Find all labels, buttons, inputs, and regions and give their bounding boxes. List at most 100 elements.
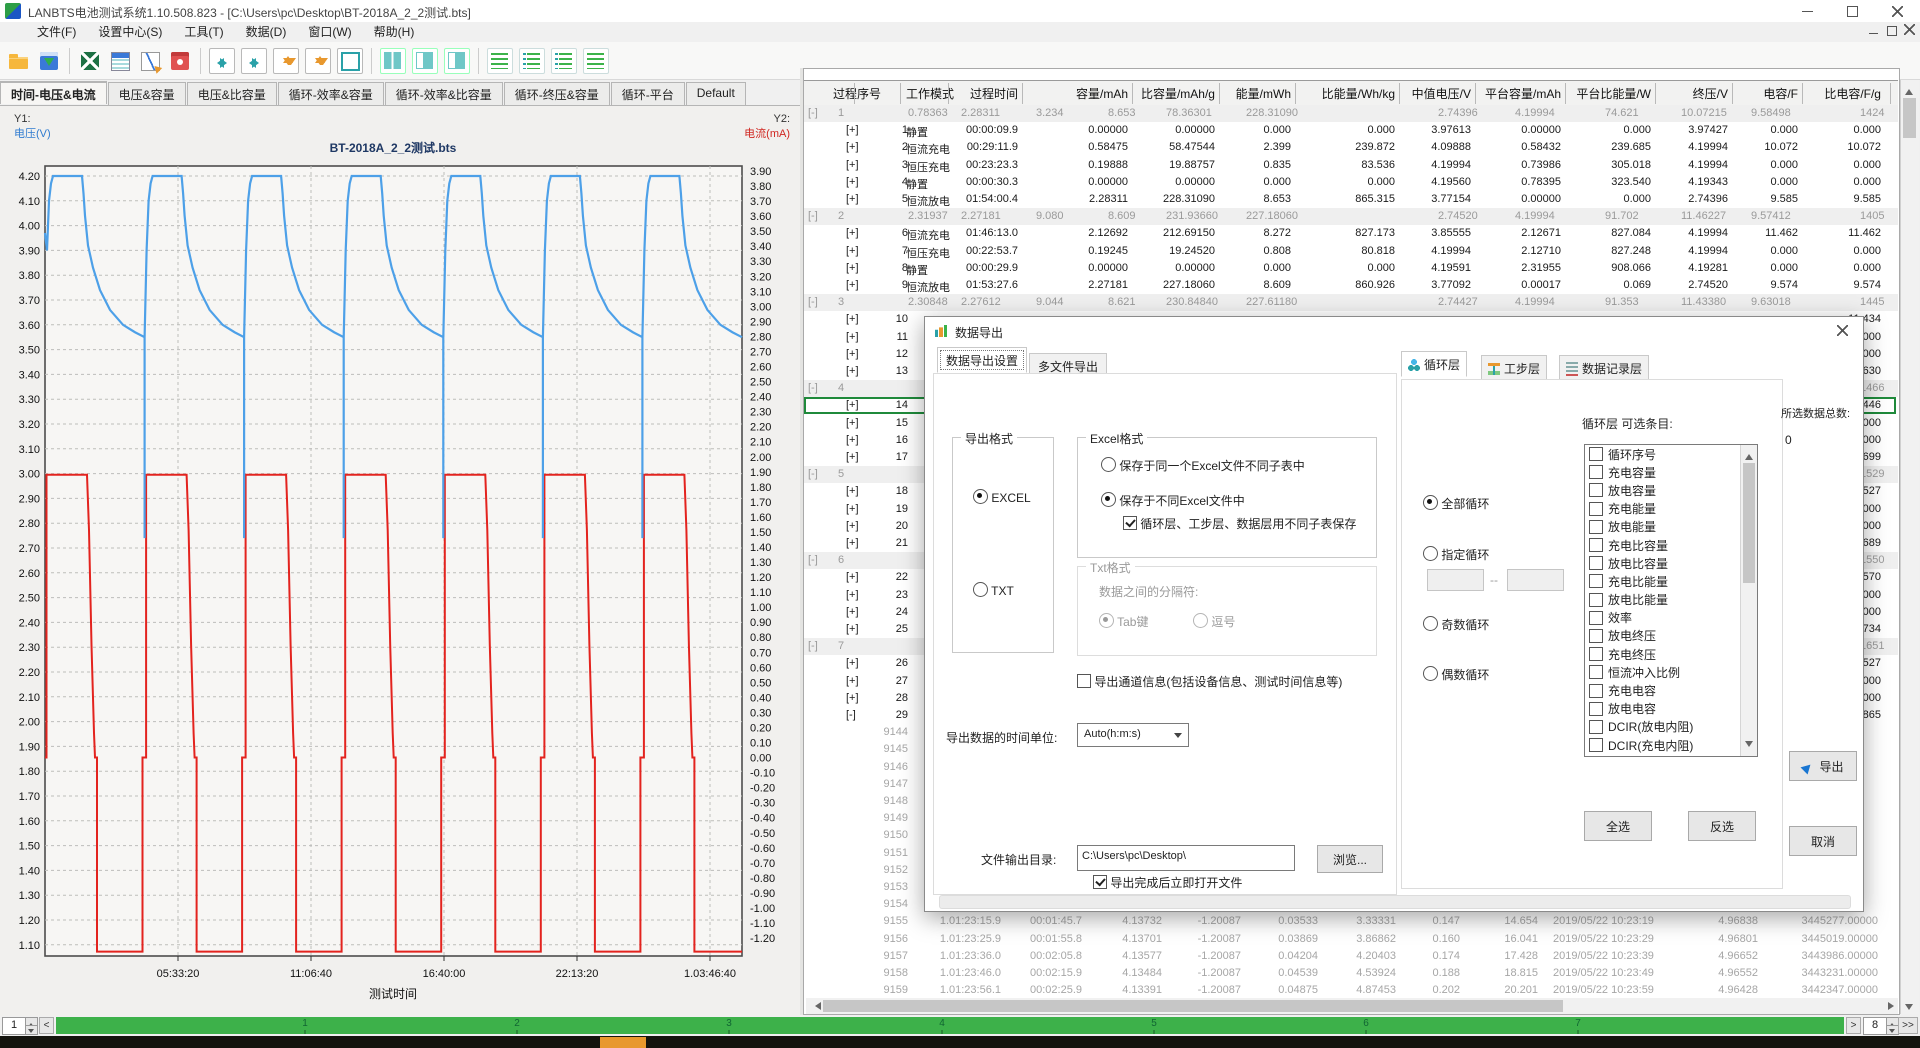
chart-tab-电压&比容量[interactable]: 电压&比容量: [187, 82, 277, 105]
view-list-1-icon[interactable]: [487, 48, 513, 74]
layout-left-icon[interactable]: [412, 48, 438, 74]
page-next-button[interactable]: >: [1846, 1017, 1861, 1034]
table-row[interactable]: [+]7恒压充电00:22:53.70.1924519.245200.80880…: [804, 243, 1898, 260]
report-view-icon[interactable]: [108, 49, 132, 73]
menu-文件(F)[interactable]: 文件(F): [26, 22, 87, 42]
mdi-close-icon[interactable]: [1904, 24, 1915, 35]
cycle-item-恒流冲入比例[interactable]: 恒流冲入比例: [1585, 663, 1741, 681]
row-expand-control[interactable]: [+]: [846, 657, 859, 669]
table-row[interactable]: [-]10.783632.283113.2348.65378.36301228.…: [804, 105, 1898, 122]
row-expand-control[interactable]: [+]: [846, 348, 859, 360]
maximize-button[interactable]: [1830, 0, 1875, 22]
save-file-icon[interactable]: [37, 49, 61, 73]
table-row[interactable]: [-]32.308482.276129.0448.621230.84840227…: [804, 294, 1898, 311]
row-expand-control[interactable]: [+]: [846, 537, 859, 549]
row-expand-control[interactable]: [+]: [846, 485, 859, 497]
cycle-item-效率[interactable]: 效率: [1585, 609, 1741, 627]
excel-radio[interactable]: EXCEL: [973, 489, 1031, 505]
row-expand-control[interactable]: [+]: [846, 279, 859, 291]
layout-right-icon[interactable]: [444, 48, 470, 74]
range-cycles-radio[interactable]: 指定循环: [1423, 546, 1489, 563]
vscroll-thumb[interactable]: [1903, 98, 1916, 138]
mdi-minimize-icon[interactable]: [1868, 24, 1880, 36]
view-list-3-icon[interactable]: [551, 48, 577, 74]
row-expand-control[interactable]: [+]: [846, 193, 859, 205]
chart-tab-时间-电压&电流[interactable]: 时间-电压&电流: [0, 81, 107, 104]
scroll-right-icon[interactable]: [1882, 998, 1898, 1014]
table-row[interactable]: 91581.01:23:46.000:02:15.94.13484-1.2008…: [804, 965, 1898, 982]
cycle-item-放电终压[interactable]: 放电终压: [1585, 627, 1741, 645]
row-expand-control[interactable]: [+]: [846, 623, 859, 635]
all-cycles-radio[interactable]: 全部循环: [1423, 495, 1489, 512]
row-expand-control[interactable]: [+]: [846, 434, 859, 446]
comma-radio[interactable]: 逗号: [1193, 613, 1235, 630]
list-scroll-thumb[interactable]: [1743, 463, 1755, 583]
table-row[interactable]: [+]6恒流充电01:46:13.02.12692212.691508.2728…: [804, 225, 1898, 242]
table-row[interactable]: [+]3恒压充电00:23:23.30.1988819.887570.83583…: [804, 157, 1898, 174]
view-list-4-icon[interactable]: [583, 48, 609, 74]
list-scroll-up-icon[interactable]: [1745, 450, 1753, 460]
range-start-input[interactable]: [1427, 569, 1484, 591]
browse-button[interactable]: 浏览...: [1317, 845, 1383, 873]
row-expand-control[interactable]: [+]: [846, 159, 859, 171]
cycle-item-放电电容[interactable]: 放电电容: [1585, 700, 1741, 718]
left-spin-down-icon[interactable]: [25, 1025, 38, 1035]
row-expand-control[interactable]: [+]: [846, 141, 859, 153]
row-expand-control[interactable]: [+]: [846, 313, 859, 325]
menu-帮助(H)[interactable]: 帮助(H): [363, 22, 426, 42]
row-expand-control[interactable]: [+]: [846, 606, 859, 618]
horizontal-scrollbar[interactable]: [806, 998, 1898, 1014]
row-expand-control[interactable]: [+]: [846, 124, 859, 136]
cycle-item-充电容量[interactable]: 充电容量: [1585, 463, 1741, 481]
tab-record-layer[interactable]: 数据记录层: [1559, 355, 1649, 381]
view-list-2-icon[interactable]: [519, 48, 545, 74]
progress-bar[interactable]: 1234567: [56, 1017, 1844, 1034]
row-expand-control[interactable]: [+]: [846, 176, 859, 188]
table-row[interactable]: [+]2恒流充电00:29:11.90.5847558.475442.39923…: [804, 139, 1898, 156]
list-scroll-down-icon[interactable]: [1745, 741, 1753, 751]
hscroll-thumb[interactable]: [823, 1000, 1563, 1012]
table-row[interactable]: 91551.01:23:15.900:01:45.74.13732-1.2008…: [804, 913, 1898, 930]
row-expand-control[interactable]: [+]: [846, 245, 859, 257]
dialog-close-icon[interactable]: [1833, 323, 1853, 339]
vertical-scrollbar[interactable]: [1900, 80, 1919, 1014]
row-expand-control[interactable]: [+]: [846, 331, 859, 343]
chart-tab-循环-平台[interactable]: 循环-平台: [611, 82, 685, 105]
table-row[interactable]: [+]8静置00:00:29.90.000000.000000.0000.000…: [804, 260, 1898, 277]
time-unit-combo[interactable]: Auto(h:m:s): [1077, 723, 1189, 747]
zoom-divide-icon[interactable]: [273, 48, 299, 74]
zoom-fit-icon[interactable]: [337, 48, 363, 74]
zoom-compress-icon[interactable]: [241, 48, 267, 74]
chart-edit-icon[interactable]: [138, 49, 162, 73]
open-file-icon[interactable]: [7, 49, 31, 73]
row-expand-control[interactable]: [+]: [846, 520, 859, 532]
tab-key-radio[interactable]: Tab键: [1099, 613, 1148, 630]
row-expand-control[interactable]: [+]: [846, 417, 859, 429]
right-page-spinner[interactable]: 8: [1863, 1017, 1887, 1035]
row-expand-control[interactable]: [+]: [846, 365, 859, 377]
row-collapse-control[interactable]: [-]: [808, 210, 818, 222]
diff-file-radio[interactable]: 保存于不同Excel文件中: [1101, 492, 1245, 509]
scroll-down-icon[interactable]: [1901, 998, 1917, 1014]
menu-数据(D)[interactable]: 数据(D): [235, 22, 298, 42]
chart-tab-循环-效率&比容量[interactable]: 循环-效率&比容量: [385, 82, 503, 105]
export-button[interactable]: 导出: [1789, 751, 1857, 781]
zoom-horizontal-icon[interactable]: [209, 48, 235, 74]
chart-tab-Default[interactable]: Default: [686, 82, 746, 105]
cycle-item-DCIR(充电内阻)[interactable]: DCIR(充电内阻): [1585, 736, 1741, 754]
export-excel-icon[interactable]: [78, 49, 102, 73]
schedule-stop-icon[interactable]: [168, 49, 192, 73]
page-prev-button[interactable]: <: [39, 1017, 54, 1034]
cycle-item-放电能量[interactable]: 放电能量: [1585, 518, 1741, 536]
open-after-checkbox[interactable]: 导出完成后立即打开文件: [1093, 874, 1242, 891]
select-all-button[interactable]: 全选: [1584, 811, 1652, 841]
chart-tab-循环-效率&容量[interactable]: 循环-效率&容量: [278, 82, 384, 105]
table-row[interactable]: [-]22.319372.271819.0808.609231.93660227…: [804, 208, 1898, 225]
voltage-current-chart[interactable]: Y1:电压(V)Y2:电流(mA)BT-2018A_2_2测试.bts4.204…: [0, 106, 800, 1016]
menu-工具(T)[interactable]: 工具(T): [173, 22, 234, 42]
mdi-restore-icon[interactable]: [1886, 24, 1898, 36]
channel-info-checkbox[interactable]: 导出通道信息(包括设备信息、测试时间信息等): [1077, 673, 1342, 690]
table-row[interactable]: [+]9恒流放电01:53:27.62.27181227.180608.6098…: [804, 277, 1898, 294]
row-expand-control[interactable]: [+]: [846, 692, 859, 704]
cycle-item-充电电容[interactable]: 充电电容: [1585, 681, 1741, 699]
